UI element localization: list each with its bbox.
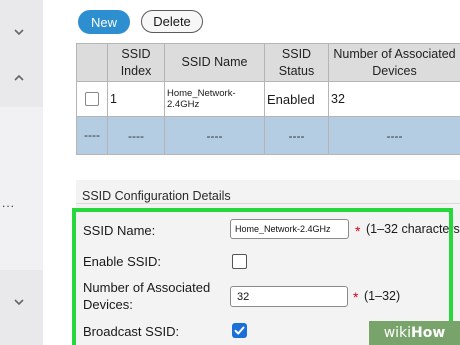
watermark-wiki: wiki bbox=[383, 325, 412, 341]
sidebar: ... bbox=[0, 0, 43, 345]
table-header-select bbox=[76, 43, 108, 82]
ssid-status-cell: Enabled bbox=[264, 81, 329, 117]
watermark-how: How bbox=[411, 325, 446, 341]
chevron-up-icon[interactable] bbox=[13, 72, 25, 84]
ssid-index-cell: ---- bbox=[107, 116, 165, 155]
section-title: SSID Configuration Details bbox=[82, 189, 231, 203]
ssid-index-cell: 1 bbox=[107, 81, 165, 117]
ssid-name-cell: ---- bbox=[164, 116, 265, 155]
ssid-table: SSID Index SSID Name SSID Status Number … bbox=[76, 43, 460, 155]
table-header-associated-devices: Number of Associated Devices bbox=[328, 43, 460, 82]
associated-devices-cell: ---- bbox=[328, 116, 460, 155]
delete-button[interactable]: Delete bbox=[141, 10, 203, 33]
chevron-down-icon[interactable] bbox=[13, 296, 25, 308]
table-header-ssid-status: SSID Status bbox=[264, 43, 329, 82]
row-select-cell[interactable] bbox=[76, 81, 108, 117]
table-header-row: SSID Index SSID Name SSID Status Number … bbox=[76, 43, 460, 82]
chevron-down-icon[interactable] bbox=[13, 26, 25, 38]
table-row[interactable]: ---- ---- ---- ---- ---- bbox=[76, 116, 460, 155]
wikihow-watermark: wiki How bbox=[369, 321, 460, 345]
divider bbox=[76, 203, 460, 204]
ssid-name-cell: Home_Network-2.4GHz bbox=[164, 81, 265, 117]
table-header-ssid-name: SSID Name bbox=[164, 43, 265, 82]
row-checkbox[interactable] bbox=[85, 92, 99, 107]
sidebar-truncated-text: ... bbox=[2, 196, 16, 210]
table-row[interactable]: 1 Home_Network-2.4GHz Enabled 32 bbox=[76, 81, 460, 117]
row-select-cell[interactable]: ---- bbox=[76, 116, 108, 155]
table-header-ssid-index: SSID Index bbox=[107, 43, 165, 82]
associated-devices-cell: 32 bbox=[328, 81, 460, 117]
new-button[interactable]: New bbox=[78, 10, 130, 34]
ssid-status-cell: ---- bbox=[264, 116, 329, 155]
